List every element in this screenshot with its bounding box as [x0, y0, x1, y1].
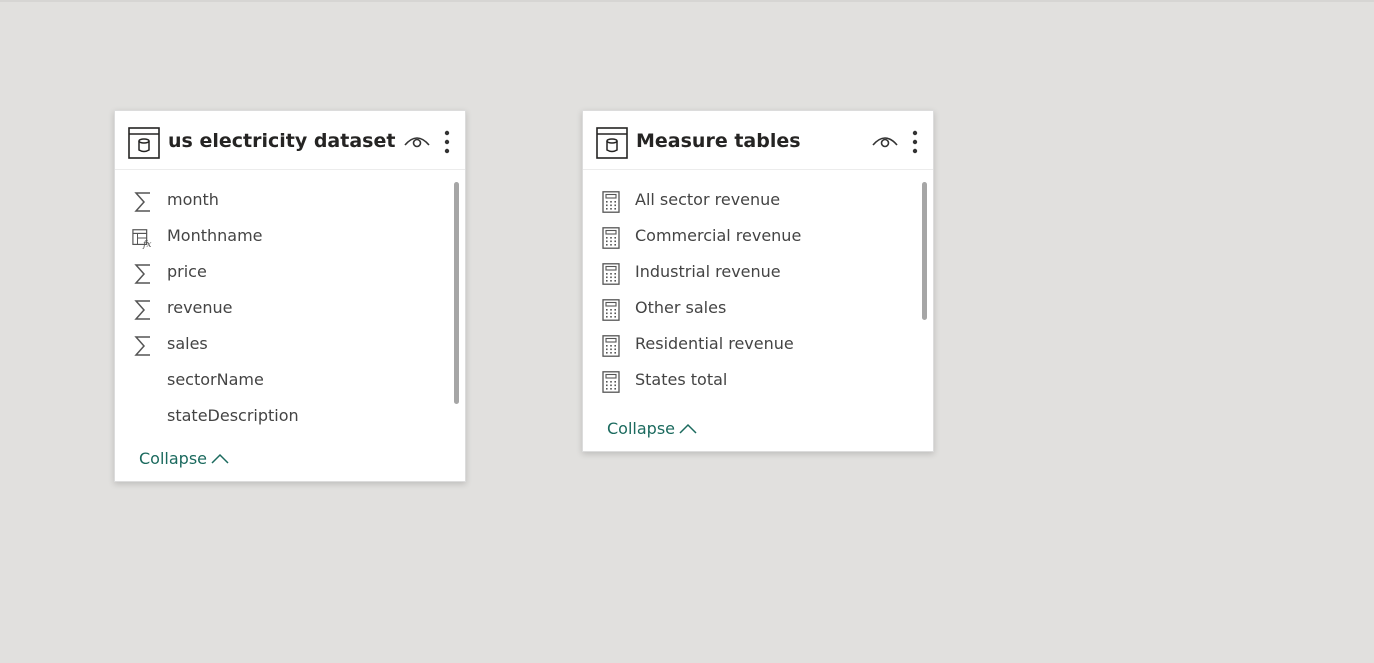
field-row-revenue[interactable]: revenue — [115, 291, 445, 327]
measure-row-residential-revenue[interactable]: Residential revenue — [583, 327, 913, 363]
field-label: Monthname — [167, 226, 263, 245]
table-icon — [596, 127, 628, 159]
visibility-eye-icon[interactable] — [872, 132, 898, 150]
svg-text:fx: fx — [142, 239, 152, 249]
canvas-top-border — [0, 0, 1374, 2]
measure-row-commercial-revenue[interactable]: Commercial revenue — [583, 219, 913, 255]
field-label: month — [167, 190, 219, 209]
measure-row-other-sales[interactable]: Other sales — [583, 291, 913, 327]
measure-label: All sector revenue — [635, 190, 781, 209]
field-row-sales[interactable]: sales — [115, 327, 445, 363]
calculated-column-icon: fx — [132, 229, 152, 249]
table-title: Measure tables — [636, 130, 801, 152]
measure-label: Industrial revenue — [635, 262, 781, 281]
field-row-price[interactable]: price — [115, 255, 445, 291]
field-row-month[interactable]: month — [115, 183, 445, 219]
measure-row-all-sector-revenue[interactable]: All sector revenue — [583, 183, 913, 219]
measure-row-states-total[interactable]: States total — [583, 363, 913, 399]
sigma-icon — [134, 264, 150, 284]
visibility-eye-icon[interactable] — [404, 132, 430, 150]
measure-row-industrial-revenue[interactable]: Industrial revenue — [583, 255, 913, 291]
table-card-measure-tables[interactable]: Measure tables All sector revenue Commer… — [582, 110, 934, 452]
table-card-header[interactable]: Measure tables — [583, 111, 933, 170]
field-label: stateDescription — [167, 406, 299, 425]
chevron-up-icon — [679, 423, 697, 434]
field-label: price — [167, 262, 207, 281]
table-card-header[interactable]: us electricity dataset — [115, 111, 465, 170]
field-label: sales — [167, 334, 208, 353]
collapse-label: Collapse — [139, 449, 207, 468]
measure-calculator-icon — [602, 263, 620, 285]
more-options-icon[interactable] — [910, 129, 920, 155]
collapse-link[interactable]: Collapse — [607, 419, 697, 438]
measure-label: Commercial revenue — [635, 226, 802, 245]
sigma-icon — [134, 192, 150, 212]
field-label: revenue — [167, 298, 233, 317]
field-row-sectorname[interactable]: sectorName — [115, 363, 445, 399]
sigma-icon — [134, 300, 150, 320]
measure-list-scrollbar[interactable] — [922, 182, 927, 320]
more-options-icon[interactable] — [442, 129, 452, 155]
sigma-icon — [134, 336, 150, 356]
measure-label: States total — [635, 370, 728, 389]
measure-calculator-icon — [602, 299, 620, 321]
measure-calculator-icon — [602, 371, 620, 393]
field-list-scrollbar[interactable] — [454, 182, 459, 404]
field-row-monthname[interactable]: fx Monthname — [115, 219, 445, 255]
field-label: sectorName — [167, 370, 264, 389]
measure-label: Residential revenue — [635, 334, 794, 353]
field-row-statedescription[interactable]: stateDescription — [115, 399, 445, 435]
table-card-us-electricity-dataset[interactable]: us electricity dataset month fx Monthnam… — [114, 110, 466, 482]
measure-calculator-icon — [602, 335, 620, 357]
measure-calculator-icon — [602, 227, 620, 249]
table-icon — [128, 127, 160, 159]
measure-label: Other sales — [635, 298, 727, 317]
chevron-up-icon — [211, 453, 229, 464]
collapse-link[interactable]: Collapse — [139, 449, 229, 468]
collapse-label: Collapse — [607, 419, 675, 438]
table-title: us electricity dataset — [168, 130, 396, 152]
measure-calculator-icon — [602, 191, 620, 213]
